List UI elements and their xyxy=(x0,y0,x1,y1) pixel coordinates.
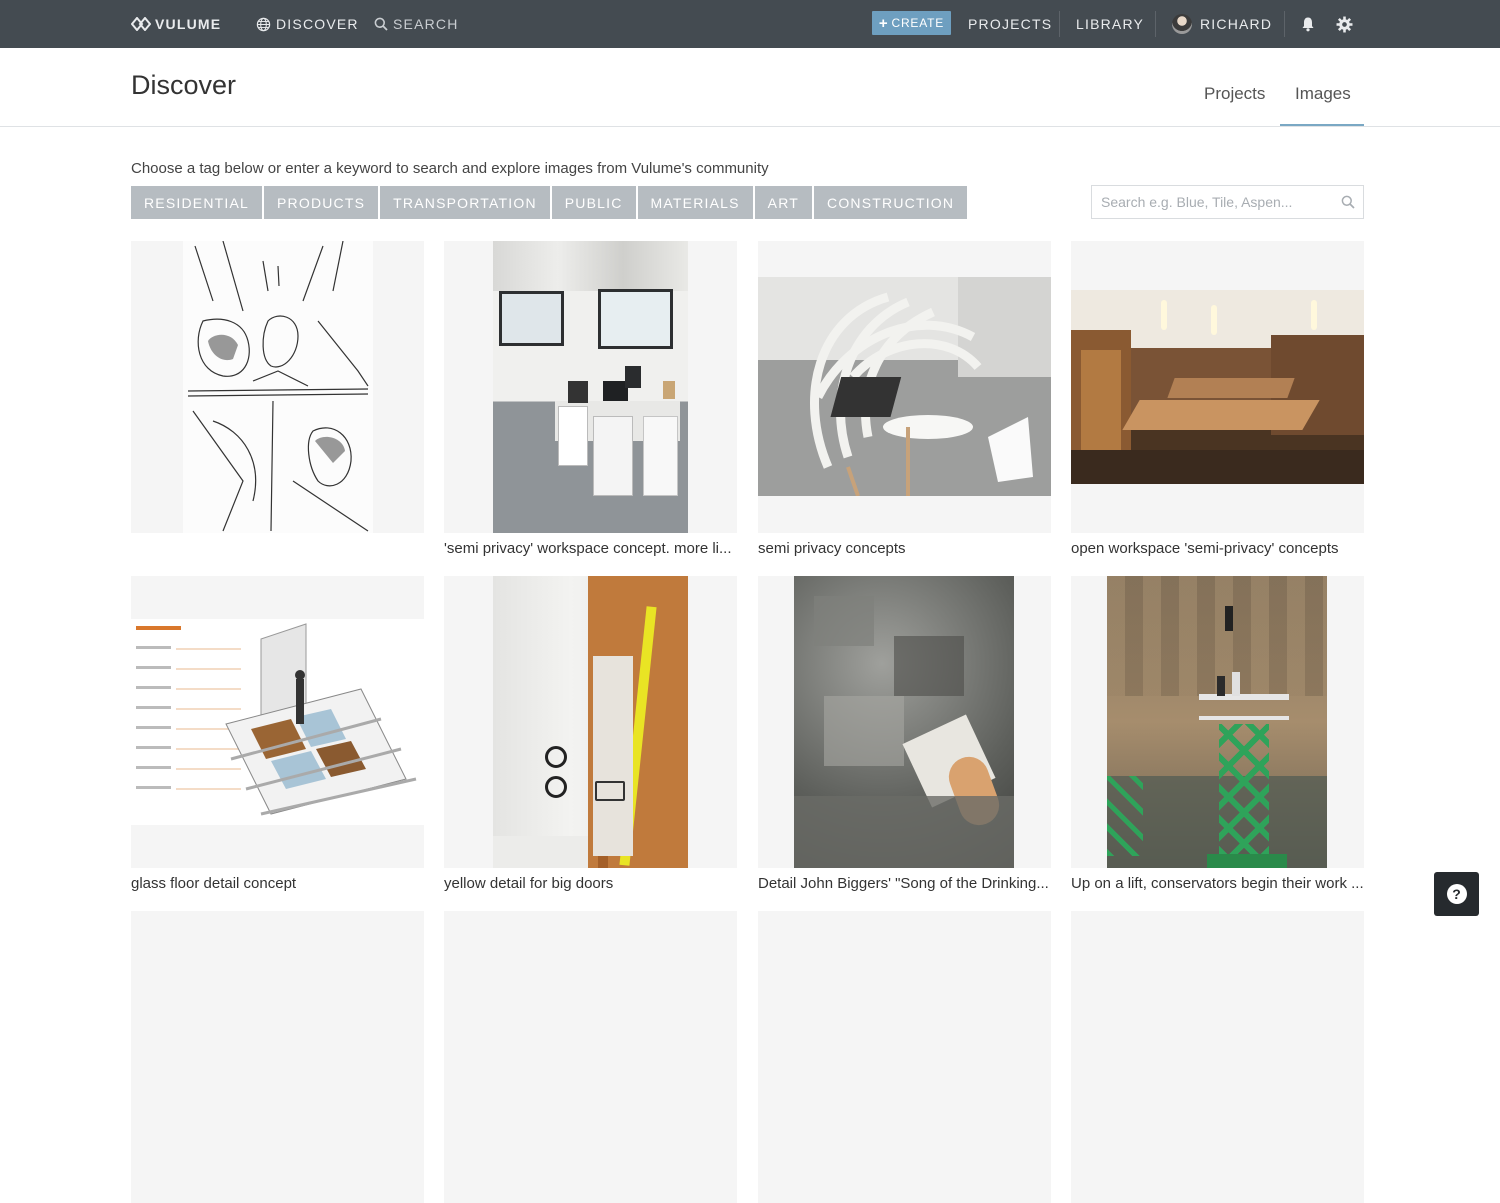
tag-products[interactable]: PRODUCTS xyxy=(264,186,379,219)
nav-library-label: LIBRARY xyxy=(1076,16,1145,32)
pod-image xyxy=(810,292,1033,496)
image-thumbnail[interactable] xyxy=(758,576,1051,868)
image-card[interactable]: open workspace 'semi-privacy' concepts xyxy=(1071,241,1364,558)
page-title: Discover xyxy=(131,70,237,100)
nav-projects-label: PROJECTS xyxy=(968,16,1053,32)
notifications-button[interactable] xyxy=(1300,0,1316,48)
image-thumbnail[interactable] xyxy=(131,576,424,868)
nav-search-label: SEARCH xyxy=(393,16,459,32)
image-card[interactable] xyxy=(1071,911,1364,1203)
image-thumbnail[interactable] xyxy=(131,241,424,533)
image-caption: glass floor detail concept xyxy=(131,875,297,892)
vulume-logo-icon xyxy=(131,17,151,31)
divider xyxy=(1059,11,1060,37)
gear-icon xyxy=(1336,16,1353,32)
image-caption: Detail John Biggers' "Song of the Drinki… xyxy=(758,875,1049,892)
tag-art[interactable]: ART xyxy=(754,186,813,219)
floor-diagram-image xyxy=(136,623,417,816)
tag-materials[interactable]: MATERIALS xyxy=(637,186,753,219)
tab-images[interactable]: Images xyxy=(1295,84,1351,104)
create-button-label: CREATE xyxy=(891,16,945,30)
image-caption: open workspace 'semi-privacy' concepts xyxy=(1071,540,1339,557)
image-thumbnail[interactable] xyxy=(444,576,737,868)
image-card[interactable] xyxy=(131,241,424,558)
tab-projects[interactable]: Projects xyxy=(1204,84,1265,104)
user-name: RICHARD xyxy=(1200,16,1273,32)
image-search-input[interactable] xyxy=(1101,186,1336,218)
image-caption: semi privacy concepts xyxy=(758,540,906,557)
avatar xyxy=(1172,14,1192,34)
help-button[interactable]: ? xyxy=(1434,872,1479,916)
create-button[interactable]: + CREATE xyxy=(872,11,951,35)
image-thumbnail[interactable] xyxy=(1071,241,1364,533)
nav-discover-label: DISCOVER xyxy=(276,16,359,32)
search-icon[interactable] xyxy=(1341,195,1355,209)
logo[interactable]: VULUME xyxy=(131,0,221,48)
image-card[interactable]: Detail John Biggers' "Song of the Drinki… xyxy=(758,576,1051,893)
nav-discover[interactable]: DISCOVER xyxy=(256,0,359,48)
image-card[interactable]: 'semi privacy' workspace concept. more l… xyxy=(444,241,737,558)
image-caption: 'semi privacy' workspace concept. more l… xyxy=(444,540,732,557)
image-card[interactable]: semi privacy concepts xyxy=(758,241,1051,558)
image-thumbnail[interactable] xyxy=(444,241,737,533)
image-caption: Up on a lift, conservators begin their w… xyxy=(1071,875,1364,892)
page-header: Discover Projects Images xyxy=(0,48,1500,127)
image-card[interactable] xyxy=(131,911,424,1203)
tag-public[interactable]: PUBLIC xyxy=(551,186,636,219)
search-icon xyxy=(374,17,388,31)
image-card[interactable]: Up on a lift, conservators begin their w… xyxy=(1071,576,1364,893)
image-caption xyxy=(131,540,424,558)
intro-text: Choose a tag below or enter a keyword to… xyxy=(131,160,769,177)
bell-icon xyxy=(1302,17,1314,32)
tag-construction[interactable]: CONSTRUCTION xyxy=(814,186,968,219)
divider xyxy=(1284,11,1285,37)
image-card[interactable] xyxy=(758,911,1051,1203)
tag-transportation[interactable]: TRANSPORTATION xyxy=(380,186,550,219)
active-tab-indicator xyxy=(1280,124,1364,126)
help-icon: ? xyxy=(1446,884,1467,904)
tag-residential[interactable]: RESIDENTIAL xyxy=(131,186,262,219)
tag-list: RESIDENTIAL PRODUCTS TRANSPORTATION PUBL… xyxy=(131,186,968,219)
image-card[interactable] xyxy=(444,911,737,1203)
image-caption: yellow detail for big doors xyxy=(444,875,614,892)
settings-button[interactable] xyxy=(1336,0,1353,48)
image-thumbnail[interactable] xyxy=(758,911,1051,1203)
plus-icon: + xyxy=(878,14,889,32)
nav-library[interactable]: LIBRARY xyxy=(1076,0,1144,48)
logo-text: VULUME xyxy=(155,16,222,32)
nav-search[interactable]: SEARCH xyxy=(374,0,459,48)
globe-icon xyxy=(256,17,271,31)
image-thumbnail[interactable] xyxy=(1071,911,1364,1203)
image-thumbnail[interactable] xyxy=(444,911,737,1203)
user-menu[interactable]: RICHARD xyxy=(1172,0,1272,48)
image-search xyxy=(1091,185,1364,219)
top-navigation-bar: VULUME DISCOVER SEARCH + CREATE PROJECTS… xyxy=(0,0,1500,48)
sketch-image xyxy=(187,241,369,532)
divider xyxy=(1155,11,1156,37)
image-thumbnail[interactable] xyxy=(1071,576,1364,868)
image-card[interactable]: yellow detail for big doors xyxy=(444,576,737,893)
nav-projects[interactable]: PROJECTS xyxy=(968,0,1052,48)
image-thumbnail[interactable] xyxy=(758,241,1051,533)
image-card[interactable]: glass floor detail concept xyxy=(131,576,424,893)
image-thumbnail[interactable] xyxy=(131,911,424,1203)
